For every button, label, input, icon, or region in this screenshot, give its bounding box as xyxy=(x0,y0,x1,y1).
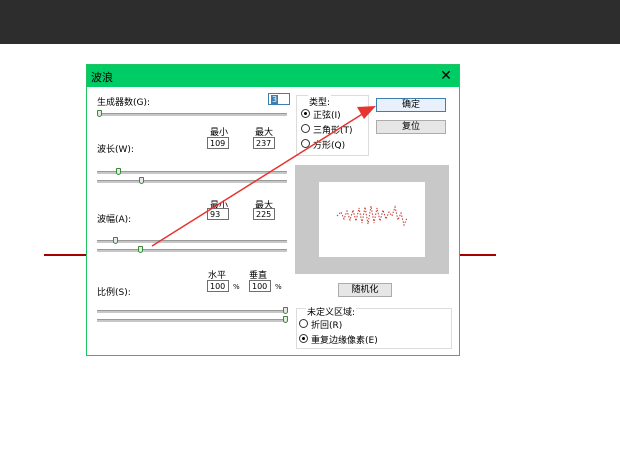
annotation-arrow-line xyxy=(151,112,365,247)
annotation-arrow xyxy=(151,106,376,247)
annotation-arrow-head xyxy=(357,106,376,119)
